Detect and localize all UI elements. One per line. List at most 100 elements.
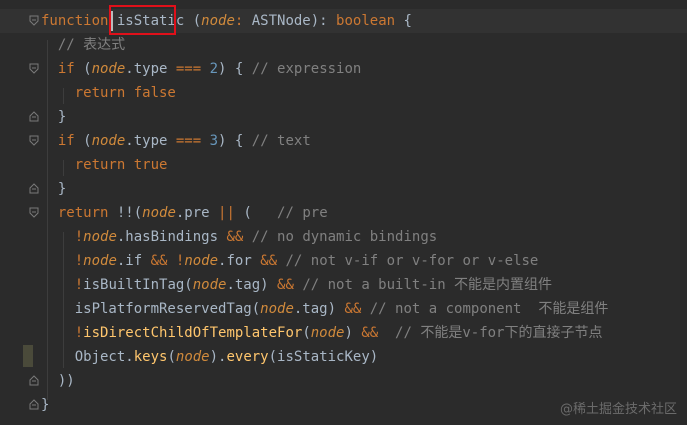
code-token: node <box>142 205 176 221</box>
code-token: ( <box>74 61 92 77</box>
code-token: || <box>218 205 235 221</box>
code-token: ( <box>74 133 92 149</box>
code-token: // no dynamic bindings <box>251 229 438 245</box>
code-token: function <box>41 13 117 29</box>
code-token: } <box>41 109 67 125</box>
text-caret <box>111 11 113 31</box>
code-token: ) { <box>218 61 252 77</box>
code-token: if <box>57 133 75 149</box>
code-token: .tag) <box>293 301 345 317</box>
code-token: ! <box>74 253 84 269</box>
code-token: } <box>41 397 50 413</box>
code-line: // 表达式 <box>41 33 125 57</box>
code-line: } <box>41 177 66 201</box>
fold-close-icon[interactable] <box>29 399 39 410</box>
code-line: return true <box>41 153 168 177</box>
fold-close-icon[interactable] <box>29 183 39 194</box>
code-token: ( <box>167 349 176 365</box>
selection-highlight-box <box>109 5 176 35</box>
fold-open-icon[interactable] <box>29 15 39 26</box>
fold-close-icon[interactable] <box>29 111 39 122</box>
code-token: keys <box>133 349 168 365</box>
code-line: return false <box>41 81 176 105</box>
code-token: node <box>310 325 345 341</box>
code-token: // not a component 不能是组件 <box>369 301 609 317</box>
code-token: .type <box>125 61 176 77</box>
fold-open-icon[interactable] <box>29 207 39 218</box>
code-token: node <box>192 277 227 293</box>
code-token: // not a built-in 不能是内置组件 <box>302 277 553 293</box>
code-token: === <box>175 133 202 149</box>
code-token: && <box>260 253 278 269</box>
code-line: return !!(node.pre || ( // pre <box>41 201 328 225</box>
code-line: !isDirectChildOfTemplateFor(node) && // … <box>41 321 603 345</box>
code-token: every <box>226 349 269 365</box>
code-token: ! <box>74 229 84 245</box>
code-token: ! <box>74 277 84 293</box>
code-token: .tag) <box>226 277 278 293</box>
code-editor[interactable]: function isStatic (node: ASTNode): boole… <box>0 0 687 425</box>
code-token: && <box>277 277 294 293</box>
code-token: .type <box>125 133 176 149</box>
code-line: Object.keys(node).every(isStaticKey) <box>41 345 378 369</box>
code-token: : <box>234 13 252 29</box>
code-line: } <box>41 393 49 417</box>
code-line: !node.hasBindings && // no dynamic bindi… <box>41 225 437 249</box>
code-token: .hasBindings <box>116 229 227 245</box>
code-token: ( <box>234 205 278 221</box>
gutter-change-marker <box>23 345 33 367</box>
code-token: node <box>260 301 294 317</box>
code-token: === <box>175 61 202 77</box>
fold-open-icon[interactable] <box>29 135 39 146</box>
code-token: (isStaticKey) <box>268 349 379 365</box>
code-token: return <box>57 205 109 221</box>
code-token: return false <box>74 85 176 101</box>
code-token: node <box>184 253 219 269</box>
code-token: && <box>226 229 244 245</box>
code-token: // text <box>251 133 311 149</box>
code-token: return true <box>74 157 168 173</box>
code-token: isBuiltInTag( <box>83 277 193 293</box>
code-token: { <box>395 13 412 29</box>
code-token: // pre <box>277 205 328 221</box>
code-token: )) <box>41 373 75 389</box>
code-line: } <box>41 105 66 129</box>
code-line: )) <box>41 369 75 393</box>
code-token: ! <box>74 325 84 341</box>
code-token: ): <box>310 13 337 29</box>
code-token: 2 <box>209 61 219 77</box>
code-token: node <box>175 349 210 365</box>
code-token: ( <box>184 13 202 29</box>
code-token: node <box>201 13 235 29</box>
code-line: if (node.type === 2) { // expression <box>41 57 361 81</box>
fold-open-icon[interactable] <box>29 63 39 74</box>
code-token: // 表达式 <box>41 37 126 53</box>
code-line: !isBuiltInTag(node.tag) && // not a buil… <box>41 273 552 297</box>
code-token: // 不能是v-for下的直接子节点 <box>395 325 603 341</box>
fold-close-icon[interactable] <box>29 375 39 386</box>
code-token: isDirectChildOfTemplateFor <box>83 325 303 341</box>
code-token: } <box>41 181 67 197</box>
code-token: && <box>361 325 379 341</box>
code-token: 3 <box>209 133 219 149</box>
code-token: !!( <box>108 205 143 221</box>
code-token: if <box>57 61 75 77</box>
code-token: isPlatformReservedTag( <box>74 301 261 317</box>
code-token: .for <box>218 253 261 269</box>
code-token: node <box>83 253 117 269</box>
